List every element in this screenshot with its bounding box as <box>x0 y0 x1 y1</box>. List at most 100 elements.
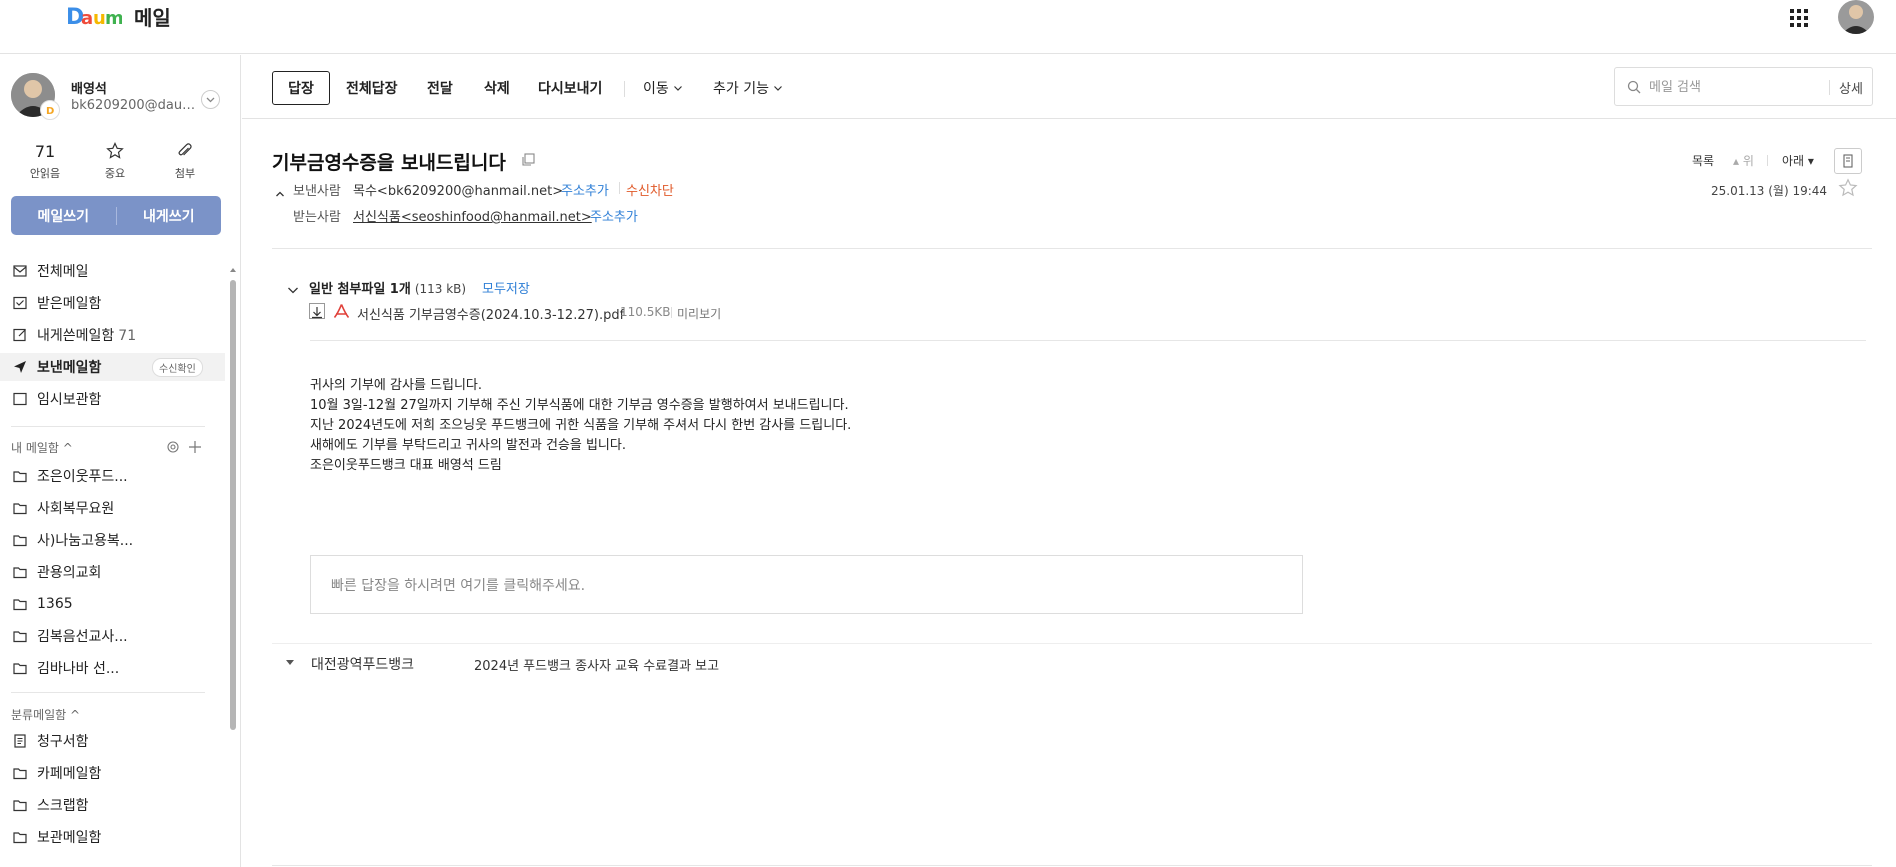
chevron-down-icon[interactable] <box>287 280 299 299</box>
folder-item[interactable]: 카페메일함 <box>0 759 225 787</box>
reply-button[interactable]: 답장 <box>272 71 330 105</box>
save-all-button[interactable]: 모두저장 <box>482 278 530 297</box>
search-detail-button[interactable]: 상세 <box>1839 78 1863 97</box>
next-mail-button[interactable]: 아래 ▾ <box>1782 152 1814 169</box>
folder-item[interactable]: 스크랩함 <box>0 791 225 819</box>
apps-grid-icon[interactable] <box>1788 7 1810 29</box>
related-mail-subject[interactable]: 2024년 푸드뱅크 종사자 교육 수료결과 보고 <box>474 655 719 674</box>
folder-icon <box>13 832 27 844</box>
folder-item[interactable]: 청구서함 <box>0 727 225 755</box>
folder-item[interactable]: 관용의교회 <box>0 558 225 586</box>
section-title: 분류메일함 <box>11 708 67 722</box>
daum-logo[interactable]: D a u m <box>66 3 122 29</box>
section-title: 내 메일함 <box>11 441 59 455</box>
caret-down-icon[interactable] <box>286 660 294 665</box>
divider <box>11 426 205 427</box>
recipient-address[interactable]: 서신식품<seoshinfood@hanmail.net> <box>353 206 592 225</box>
chevron-down-icon[interactable] <box>201 90 220 109</box>
stat-important[interactable]: 중요 <box>91 142 139 181</box>
download-icon[interactable] <box>309 303 325 319</box>
print-button[interactable] <box>1834 148 1862 174</box>
settings-icon[interactable] <box>166 439 180 458</box>
user-avatar[interactable] <box>1838 0 1874 34</box>
reply-all-button[interactable]: 전체답장 <box>346 71 398 105</box>
search-icon[interactable] <box>1627 80 1641 94</box>
divider <box>671 307 672 318</box>
category-folders-title[interactable]: 분류메일함 ^ <box>11 706 80 723</box>
mailbox-drafts[interactable]: 임시보관함 <box>0 385 225 413</box>
folder-icon <box>13 567 27 579</box>
scroll-up-icon[interactable] <box>230 268 236 272</box>
divider <box>624 81 625 97</box>
add-sender-address-link[interactable]: 주소추가 <box>561 180 609 199</box>
write-mail-button[interactable]: 메일쓰기 <box>11 206 116 226</box>
resend-button[interactable]: 다시보내기 <box>538 71 602 105</box>
folder-item[interactable]: 김바나바 선... <box>0 654 225 682</box>
more-functions-dropdown[interactable]: 추가 기능 <box>713 71 784 105</box>
more-label: 추가 기능 <box>713 81 769 97</box>
copy-icon[interactable] <box>521 152 535 166</box>
folder-icon <box>13 631 27 643</box>
mailbox-to-self[interactable]: 내게쓴메일함 71 <box>0 321 225 349</box>
quick-reply-box[interactable]: 빠른 답장을 하시려면 여기를 클릭해주세요. <box>310 555 1303 614</box>
folder-item[interactable]: 사)나눔고용복... <box>0 526 225 554</box>
folder-item[interactable]: 사회복무요원 <box>0 494 225 522</box>
delete-button[interactable]: 삭제 <box>484 71 510 105</box>
preview-button[interactable]: 미리보기 <box>677 305 721 322</box>
profile-email: bk6209200@daum.net <box>71 98 196 113</box>
mail-toolbar: 답장 전체답장 전달 삭제 다시보내기 이동 추가 기능 상세 <box>242 55 1896 119</box>
folder-label: 스크랩함 <box>37 798 89 814</box>
folder-label: 보관메일함 <box>37 830 102 846</box>
folder-item[interactable]: 조은이웃푸드... <box>0 462 225 490</box>
folder-item[interactable]: 보관메일함 <box>0 823 225 851</box>
star-icon <box>91 142 139 162</box>
block-sender-link[interactable]: 수신차단 <box>626 180 674 199</box>
mailbox-sent[interactable]: 보낸메일함 수신확인 <box>0 353 225 381</box>
folder-icon <box>13 800 27 812</box>
svg-text:D: D <box>46 106 54 117</box>
move-dropdown[interactable]: 이동 <box>643 71 684 105</box>
stat-attachment[interactable]: 첨부 <box>161 142 209 181</box>
attachment-file-name[interactable]: 서신식품 기부금영수증(2024.10.3-12.27).pdf <box>357 304 624 323</box>
daum-logo-mark: D a u m <box>66 5 122 29</box>
mailbox-label: 보낸메일함 <box>37 360 102 376</box>
stat-label: 중요 <box>104 167 126 180</box>
chevron-down-icon <box>673 86 682 91</box>
divider <box>310 340 1866 341</box>
folder-label: 김바나바 선... <box>37 661 120 677</box>
star-icon[interactable] <box>1838 178 1858 202</box>
add-folder-icon[interactable] <box>188 439 202 458</box>
chevron-up-icon[interactable] <box>275 183 285 202</box>
send-icon <box>14 361 26 373</box>
stat-label: 첨부 <box>174 167 196 180</box>
related-mail-row[interactable]: 대전광역푸드뱅크 2024년 푸드뱅크 종사자 교육 수료결과 보고 <box>272 643 1872 683</box>
forward-button[interactable]: 전달 <box>427 71 453 105</box>
svg-text:m: m <box>105 8 122 29</box>
prev-mail-button[interactable]: ▴ 위 <box>1733 152 1754 169</box>
folder-icon <box>13 503 27 515</box>
add-recipient-address-link[interactable]: 주소추가 <box>590 206 638 225</box>
sidebar: D 배영석 bk6209200@daum.net 71 안읽음 중요 첨부 메일… <box>0 55 241 867</box>
sidebar-scrollbar[interactable] <box>230 280 236 730</box>
write-to-self-button[interactable]: 내게쓰기 <box>117 206 222 226</box>
folder-item[interactable]: 김복음선교사... <box>0 622 225 650</box>
divider <box>272 865 1872 866</box>
mailbox-inbox[interactable]: 받은메일함 <box>0 289 225 317</box>
chevron-down-icon <box>774 86 782 91</box>
folder-item[interactable]: 1365 <box>0 590 225 618</box>
read-receipt-badge[interactable]: 수신확인 <box>152 358 203 377</box>
folder-label: 청구서함 <box>37 734 89 750</box>
receipt-icon <box>14 734 26 748</box>
note-icon <box>13 328 26 342</box>
list-button[interactable]: 목록 <box>1692 152 1714 169</box>
search-input[interactable] <box>1649 77 1819 97</box>
top-bar: D a u m 메일 <box>0 0 1896 54</box>
divider <box>11 692 205 693</box>
attachment-title: 일반 첨부파일 1개 (113 kB) <box>309 278 466 297</box>
service-name[interactable]: 메일 <box>134 2 171 31</box>
stat-unread[interactable]: 71 안읽음 <box>21 142 69 181</box>
mailbox-all[interactable]: 전체메일 <box>0 257 225 285</box>
related-mail-sender: 대전광역푸드뱅크 <box>311 657 415 673</box>
sender-address[interactable]: 목수<bk6209200@hanmail.net> <box>353 180 563 199</box>
my-folders-title[interactable]: 내 메일함 ^ <box>11 439 73 456</box>
